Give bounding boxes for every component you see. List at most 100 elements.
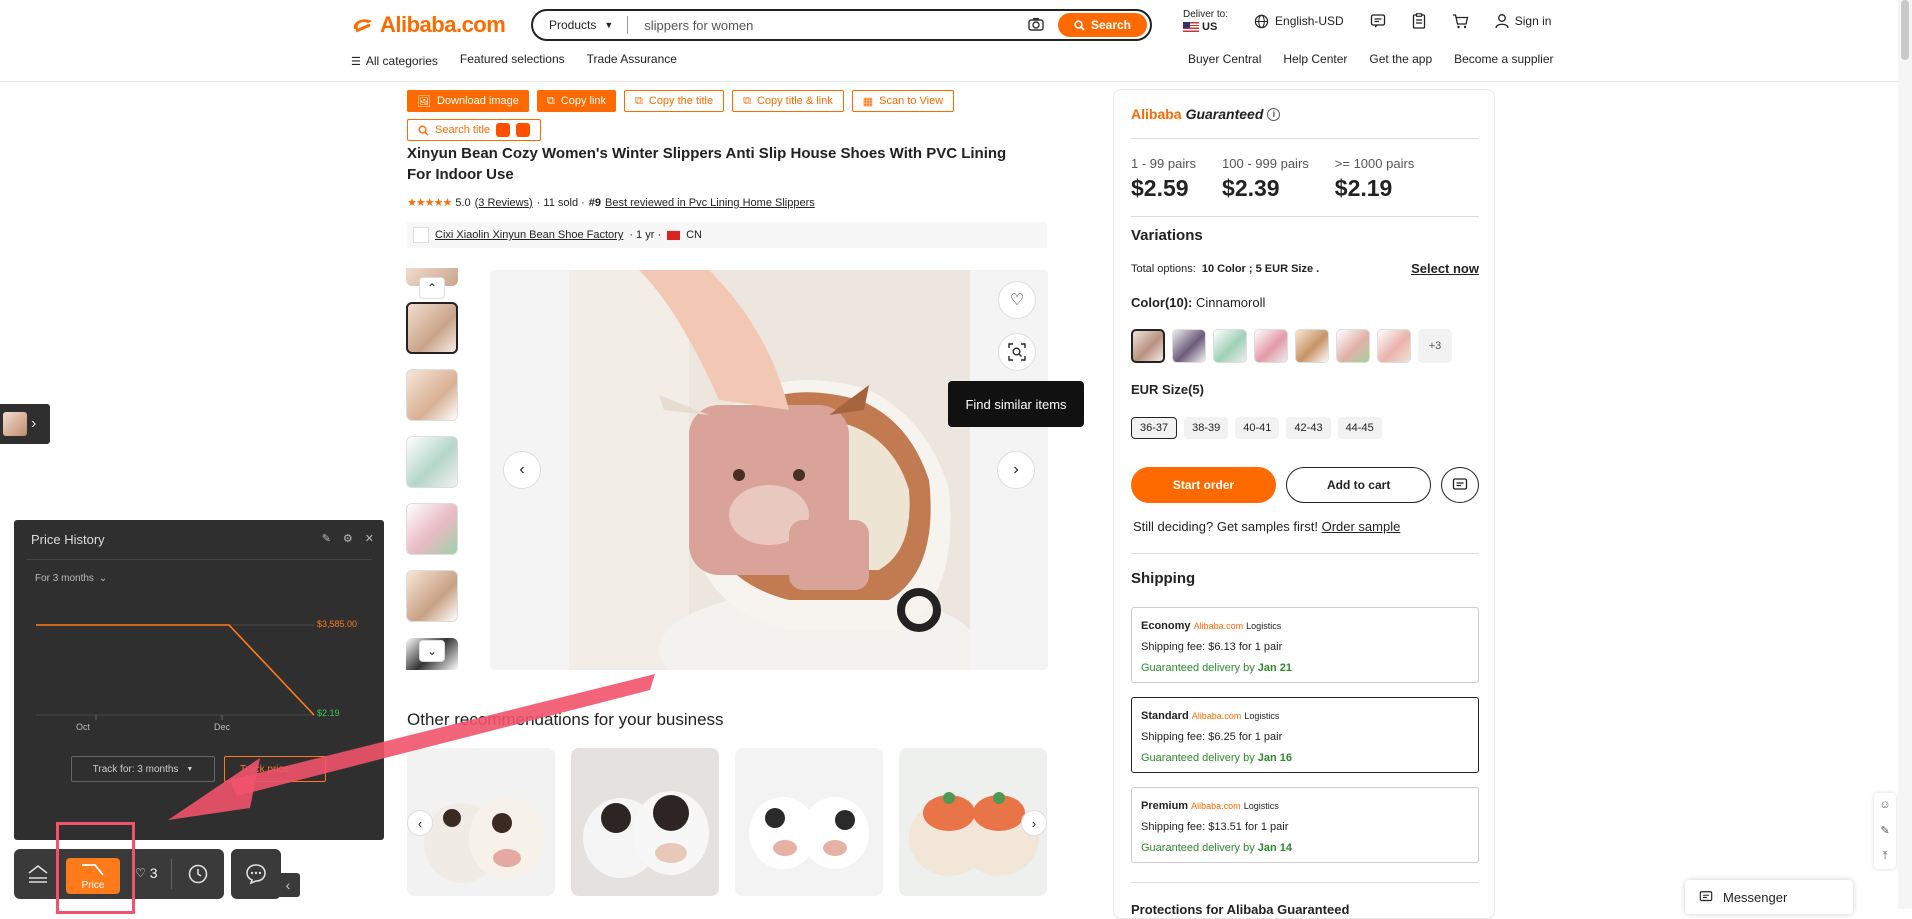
more-colors-button[interactable]: +3 [1418,329,1452,363]
scan-to-view-button[interactable]: ▦ Scan to View [851,90,955,112]
thumbnail-image[interactable] [406,302,458,354]
add-to-cart-button[interactable]: Add to cart [1286,467,1432,503]
scrollbar[interactable] [1898,0,1912,909]
recommendation-card[interactable] [735,748,883,896]
favorites-count: 3 [149,865,158,881]
chat-bubble-icon[interactable] [244,862,268,886]
favorite-button[interactable]: ♡ [998,281,1036,319]
size-option[interactable]: 36-37 [1131,417,1178,439]
user-icon[interactable]: ☺ [1879,799,1890,811]
color-swatch[interactable] [1254,329,1288,363]
nav-become-supplier[interactable]: Become a supplier [1454,52,1553,70]
thumbnail-image[interactable] [406,570,458,622]
gear-icon[interactable]: ⚙ [343,532,353,545]
deliver-to[interactable]: Deliver to: US [1183,8,1228,34]
copy-title-button[interactable]: ⧉ Copy the title [624,90,725,112]
track-price-button[interactable]: Track price [224,756,326,782]
color-swatch[interactable] [1295,329,1329,363]
recommendation-card[interactable] [571,748,719,896]
protections-row[interactable]: Protections for Alibaba Guaranteed [1131,902,1479,917]
back-to-top-icon[interactable]: ⤒ [1883,850,1888,863]
color-swatch[interactable] [1377,329,1411,363]
find-similar-button[interactable] [998,333,1036,371]
shipping-option-premium[interactable]: Premium Alibaba.com Logistics Shipping f… [1131,787,1479,863]
download-image-label: Download image [436,95,519,107]
close-icon[interactable]: ✕ [365,532,374,545]
nav-all-categories-label: All categories [365,54,438,68]
download-image-button[interactable]: 🖼 Download image [407,90,529,112]
reviews-link[interactable]: (3 Reviews) [475,197,533,209]
sign-in-link[interactable]: Sign in [1495,13,1551,29]
divider [1131,216,1479,217]
thumbnail-down-button[interactable]: ⌄ [419,640,445,662]
copy-link-button[interactable]: ⧉ Copy link [536,90,617,112]
thumbnail-up-button[interactable]: ⌃ [419,277,445,299]
search-input[interactable] [628,17,1028,33]
logistics-brand: Alibaba.com [1191,801,1241,811]
alibaba-logo[interactable]: Alibaba.com [350,10,506,40]
color-swatch[interactable] [1172,329,1206,363]
order-sample-link[interactable]: Order sample [1322,519,1401,534]
cart-icon[interactable] [1452,13,1469,29]
shipping-option-standard[interactable]: Standard Alibaba.com Logistics Shipping … [1131,697,1479,773]
info-icon[interactable]: i [1267,107,1281,121]
logistics-word: Logistics [1244,711,1280,721]
camera-icon[interactable] [1028,17,1044,34]
variations-title: Variations [1131,227,1203,244]
supplier-link[interactable]: Cixi Xiaolin Xinyun Bean Shoe Factory [435,229,623,241]
scrollbar-thumb[interactable] [1901,0,1909,60]
prev-image-button[interactable]: ‹ [503,451,541,489]
recs-next-button[interactable]: › [1021,810,1047,836]
track-for-label: Track for: 3 months [92,763,179,775]
alibaba-guaranteed-badge[interactable]: Alibaba Guaranteed i [1131,106,1479,122]
nav-trade-assurance[interactable]: Trade Assurance [587,52,677,70]
price-tier: 100 - 999 pairs $2.39 [1222,156,1309,202]
nav-featured-selections[interactable]: Featured selections [460,52,565,70]
supplier-logo-icon [413,227,429,243]
search-category-select[interactable]: Products ▼ [533,16,629,34]
nav-help-center[interactable]: Help Center [1283,52,1347,70]
search-button[interactable]: Search [1057,13,1147,37]
cow-slipper-photo-icon [735,748,883,896]
track-duration-select[interactable]: Track for: 3 months ▼ [71,756,215,782]
message-icon[interactable] [1370,13,1386,29]
recs-prev-button[interactable]: ‹ [407,810,433,836]
copy-title-link-button[interactable]: ⧉ Copy title & link [732,90,844,112]
product-photo[interactable] [569,270,970,670]
feedback-icon[interactable]: ✎ [1880,824,1889,837]
size-option[interactable]: 38-39 [1184,417,1229,439]
us-flag-icon [1183,22,1199,33]
history-icon[interactable] [186,862,210,886]
nav-get-app[interactable]: Get the app [1369,52,1432,70]
search-title-button[interactable]: Search title [407,119,542,141]
search-title-label: Search title [435,124,491,136]
size-option[interactable]: 44-45 [1337,417,1382,439]
next-image-button[interactable]: › [997,451,1035,489]
orders-icon[interactable] [1412,13,1426,29]
color-swatch[interactable] [1213,329,1247,363]
nav-buyer-central[interactable]: Buyer Central [1188,52,1261,70]
nav-all-categories[interactable]: ☰ All categories [351,52,438,70]
color-swatch[interactable] [1336,329,1370,363]
size-option[interactable]: 40-41 [1235,417,1280,439]
shipping-option-economy[interactable]: Economy Alibaba.com Logistics Shipping f… [1131,607,1479,683]
thumbnail-image[interactable] [406,369,458,421]
language-selector[interactable]: English-USD [1254,14,1344,29]
select-now-link[interactable]: Select now [1411,261,1479,276]
home-icon[interactable] [26,862,50,886]
favorites-button[interactable]: ♡ 3 [135,865,158,881]
range-selector[interactable]: For 3 months ⌄ [35,573,107,584]
tier-price: $2.59 [1131,175,1189,201]
thumbnail-image[interactable] [406,503,458,555]
chat-supplier-button[interactable] [1441,467,1479,503]
thumbnail-image[interactable] [406,436,458,488]
collapse-dock-button[interactable]: ‹ [276,873,300,897]
size-option[interactable]: 42-43 [1286,417,1331,439]
rank-link[interactable]: Best reviewed in Pvc Lining Home Slipper… [605,197,815,209]
start-order-button[interactable]: Start order [1131,467,1277,503]
floating-product-tab[interactable]: › [0,404,50,444]
color-swatch[interactable] [1131,329,1165,363]
edit-icon[interactable]: ✎ [322,532,331,545]
high-price-label: $3,585.00 [317,619,358,629]
annotation-highlight-box [56,822,135,914]
